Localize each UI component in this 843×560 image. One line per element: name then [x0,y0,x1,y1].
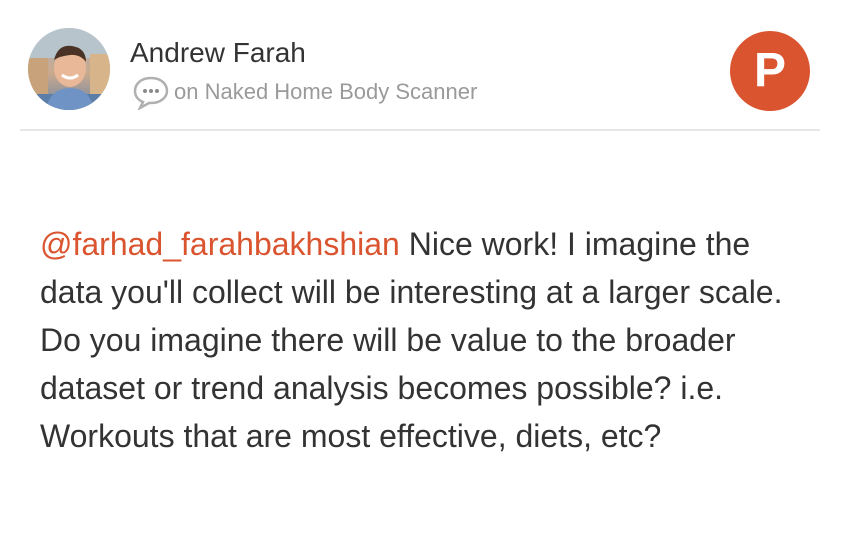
logo-letter: P [753,44,786,97]
comment-meta: on Naked Home Body Scanner [132,74,477,112]
header-divider [20,129,820,131]
author-avatar[interactable] [28,28,110,110]
avatar-photo-icon [28,28,110,110]
product-context-link[interactable]: on Naked Home Body Scanner [174,79,477,105]
comment-body: @farhad_farahbakhshian Nice work! I imag… [40,220,810,460]
author-name[interactable]: Andrew Farah [130,36,306,70]
user-mention-link[interactable]: @farhad_farahbakhshian [40,226,400,262]
comment-card: Andrew Farah on Naked Home Body Scanner … [0,0,843,560]
comment-bubble-icon [132,74,170,112]
product-hunt-logo-icon[interactable]: P [730,31,810,111]
